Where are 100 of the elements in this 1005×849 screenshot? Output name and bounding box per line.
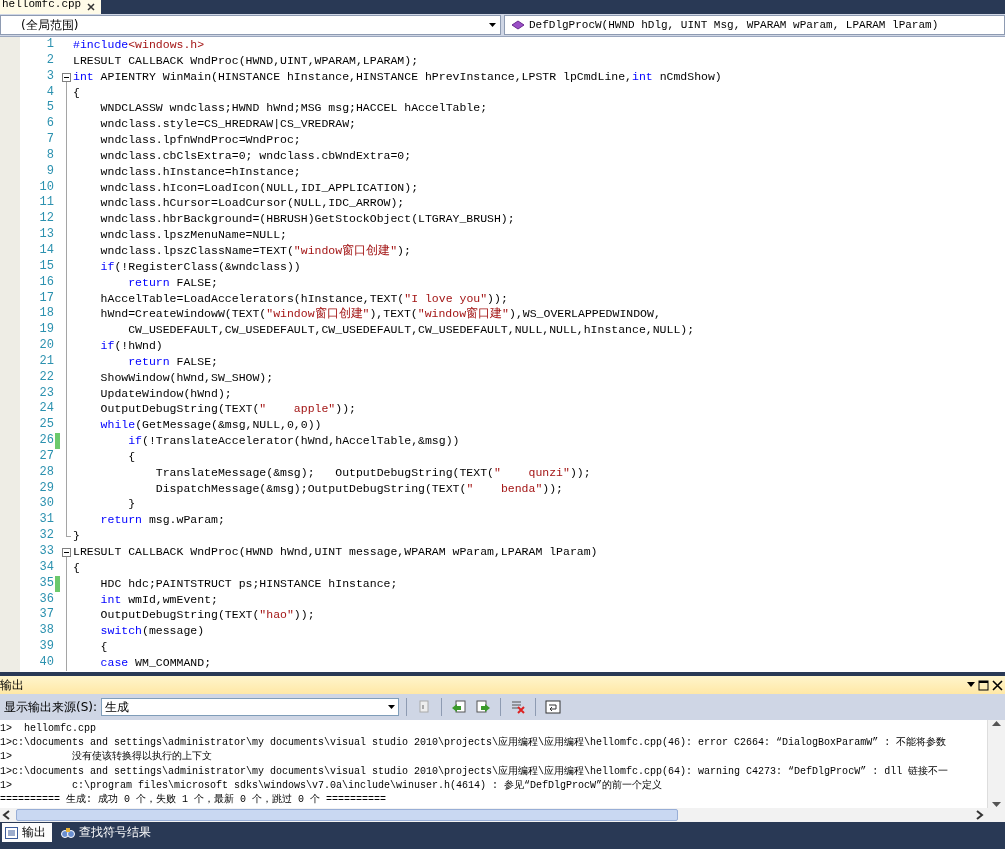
left-arrow-icon [451, 699, 468, 715]
code-line: { [127, 448, 136, 465]
source-dropdown[interactable]: 生成 [101, 698, 400, 716]
line-number: 15 [38, 258, 54, 275]
caret-icon [489, 23, 496, 27]
code-line: OutputDebugString(TEXT(" apple")); [99, 401, 356, 418]
line-number: 20 [38, 338, 54, 354]
code-line: hWnd=CreateWindowW(TEXT("window窗口创建"),TEXT("window窗口建"),WS_OVERLAPPEDWINDOW, [99, 306, 661, 323]
line-number: 14 [38, 242, 54, 259]
output-line: 1>c:\documents and settings\administrator\my documents\visual studio 2010\projects\应用编程\应用编程\hellomfc.cpp(64): warning C4273: “DefDlgProcW” : dll 链接不一 [0, 764, 950, 779]
method-icon [511, 19, 525, 31]
line-number: 21 [38, 353, 54, 370]
clear-icon [510, 699, 527, 715]
code-line: return msg.wParam; [99, 512, 225, 529]
line-number: 3 [45, 68, 54, 85]
line-number: 38 [38, 623, 54, 640]
maximize-icon[interactable] [978, 679, 989, 691]
line-number: 40 [38, 654, 54, 671]
vertical-scrollbar[interactable] [987, 720, 1005, 808]
code-line: CW_USEDEFAULT,CW_USEDEFAULT,CW_USEDEFAULT,CW_USEDEFAULT,NULL,NULL,hInstance,NULL); [127, 322, 695, 339]
line-number: 33 [38, 544, 54, 560]
code-line: DispatchMessage(&msg);OutputDebugString(TEXT(" benda")); [154, 480, 563, 497]
code-line: { [73, 84, 80, 101]
word-wrap-icon [545, 699, 562, 715]
line-number: 26 [38, 433, 54, 449]
line-number: 6 [45, 116, 54, 133]
horizontal-scrollbar[interactable] [0, 808, 1005, 822]
code-line: HDC hdc;PAINTSTRUCT ps;HINSTANCE hInstance; [99, 575, 398, 592]
output-line: 1> hellomfc.cpp [0, 722, 97, 736]
code-line: wndclass.lpszMenuName=NULL; [99, 227, 287, 243]
member-dropdown[interactable]: DefDlgProcW(HWND hDlg, UINT Msg, WPARAM wParam, LPARAM lParam) [504, 15, 1005, 35]
code-editor[interactable] [0, 37, 1005, 672]
code-line: { [73, 559, 80, 576]
panel-title: 输出 [0, 676, 24, 694]
right-arrow-icon [475, 699, 492, 715]
panel-tab[interactable]: 输出 [2, 823, 52, 842]
line-number: 5 [45, 100, 54, 117]
line-number: 27 [38, 448, 54, 465]
output-line: 1> 没有使该转换得以执行的上下文 [0, 750, 213, 765]
caret-icon [388, 705, 396, 709]
code-line: wndclass.hIcon=LoadIcon(NULL,IDI_APPLICATION); [99, 179, 419, 196]
panel-tab[interactable]: 查找符号结果 [58, 823, 157, 842]
code-line: if(!hWnd) [99, 338, 163, 354]
output-line: ========== 生成: 成功 0 个，失败 1 个，最新 0 个，跳过 0 个 ========== [0, 793, 388, 807]
binoculars-icon [61, 826, 75, 839]
code-line: wndclass.hbrBackground=(HBRUSH)GetStockObject(LTGRAY_BRUSH); [99, 211, 515, 228]
code-line: int APIENTRY WinMain(HINSTANCE hInstance,HINSTANCE hPrevInstance,LPSTR lpCmdLine,int nCmdShow) [73, 68, 722, 85]
line-number: 39 [38, 639, 54, 655]
code-line: int wmId,wmEvent; [99, 591, 218, 608]
line-number: 17 [38, 290, 54, 307]
code-line: LRESULT CALLBACK WndProc(HWND hWnd,UINT message,WPARAM wParam,LPARAM lParam) [73, 544, 598, 560]
line-number: 19 [38, 322, 54, 339]
word-wrap-button[interactable] [543, 697, 564, 717]
close-icon[interactable] [87, 3, 96, 11]
code-line: UpdateWindow(hWnd); [99, 385, 232, 402]
code-line: wndclass.lpszClassName=TEXT("window窗口创建"); [99, 242, 411, 259]
line-number: 34 [38, 559, 54, 576]
line-number: 18 [38, 306, 54, 323]
line-number: 8 [45, 147, 54, 164]
line-number: 28 [38, 464, 54, 481]
line-number: 24 [38, 401, 54, 418]
dropdown-icon[interactable] [967, 682, 975, 688]
code-line: LRESULT CALLBACK WndProc(HWND,UINT,WPARAM,LPARAM); [73, 52, 419, 69]
code-line: } [73, 528, 80, 544]
document-tab[interactable]: hellomfc.cpp [0, 0, 102, 14]
collapse-icon[interactable] [62, 548, 71, 557]
code-line: while(GetMessage(&msg,NULL,0,0)) [99, 417, 322, 434]
line-number: 7 [45, 132, 54, 148]
scope-dropdown[interactable]: (全局范围) [0, 15, 501, 35]
code-line: wndclass.lpfnWndProc=WndProc; [99, 132, 301, 148]
code-line: wndclass.cbClsExtra=0; wndclass.cbWndExtra=0; [99, 147, 412, 164]
line-number: 32 [38, 528, 54, 544]
line-number: 30 [38, 496, 54, 513]
line-number: 1 [45, 37, 54, 53]
line-number: 22 [38, 369, 54, 386]
line-number: 16 [38, 274, 54, 291]
line-number: 36 [38, 591, 54, 608]
code-line: return FALSE; [127, 274, 218, 291]
code-line: #include<windows.h> [73, 37, 205, 53]
code-line: return FALSE; [127, 353, 218, 370]
code-line: if(!TranslateAccelerator(hWnd,hAccelTable,&msg)) [127, 433, 460, 449]
code-line: hAccelTable=LoadAccelerators(hInstance,TEXT("I love you")); [99, 290, 508, 307]
line-number: 9 [45, 163, 54, 180]
line-number: 12 [38, 211, 54, 228]
line-number: 10 [38, 179, 54, 196]
line-number: 13 [38, 227, 54, 243]
code-line: case WM_COMMAND; [99, 654, 212, 671]
code-line: } [127, 496, 136, 513]
line-number: 4 [45, 84, 54, 101]
output-line: 1> c:\program files\microsoft sdks\windows\v7.0a\include\winuser.h(4614) : 参见“DefDlgProcW”的前一个定义 [0, 778, 664, 793]
line-number: 31 [38, 512, 54, 529]
collapse-icon[interactable] [62, 72, 71, 82]
output-line: 1>c:\documents and settings\administrator\my documents\visual studio 2010\projects\应用编程\应用编程\hellomfc.cpp(46): error C2664: “DialogBoxParamW” : 不能将参数 [0, 736, 948, 750]
line-number: 23 [38, 385, 54, 402]
close-icon[interactable] [992, 679, 1003, 691]
line-number: 11 [38, 195, 54, 212]
line-number: 35 [38, 575, 54, 592]
scrollbar-thumb[interactable] [16, 809, 678, 821]
line-number: 29 [38, 480, 54, 497]
code-line: if(!RegisterClass(&wndclass)) [99, 258, 301, 275]
